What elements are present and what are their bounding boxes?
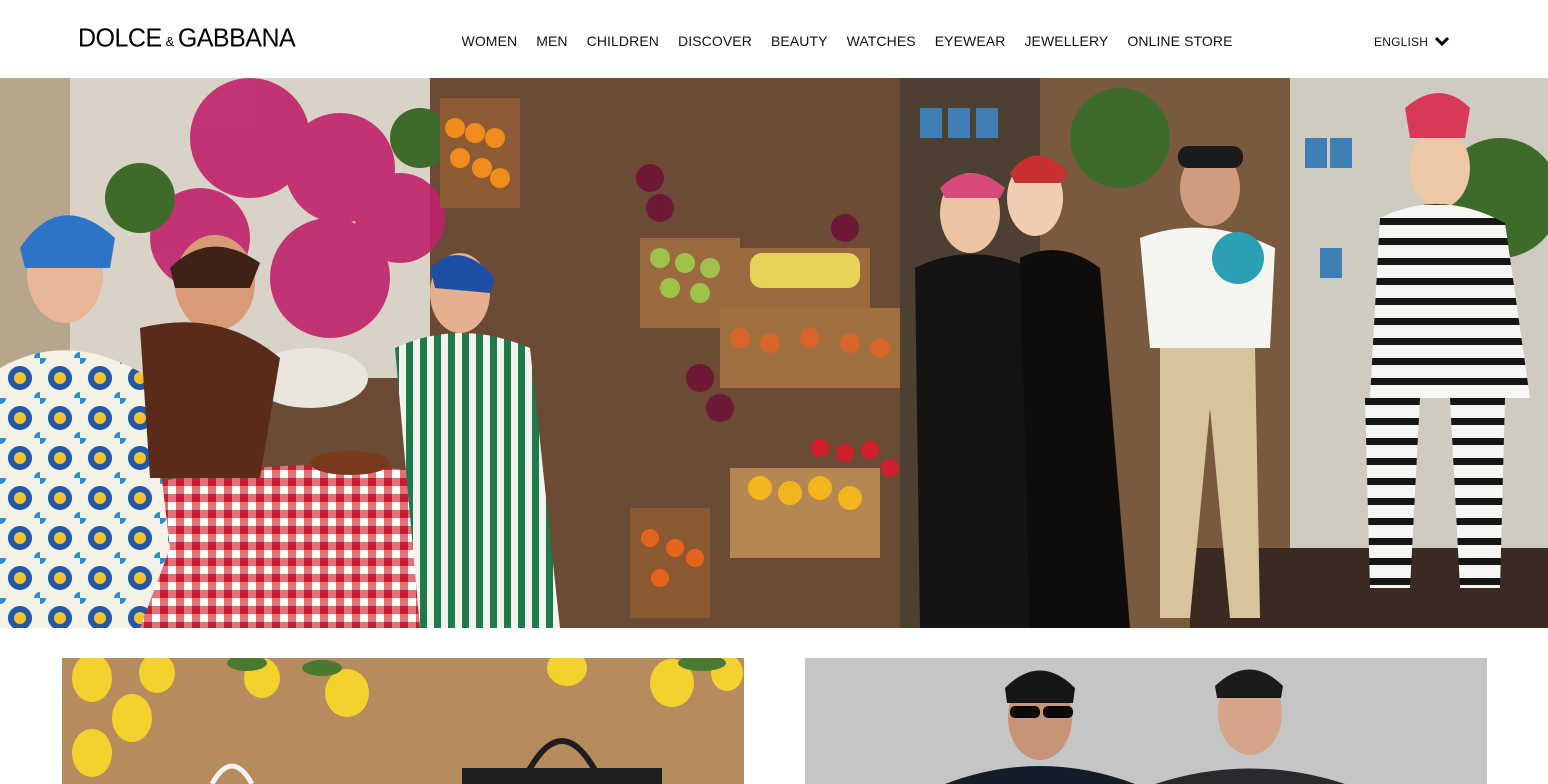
hero-campaign-image[interactable] [0,78,1548,628]
main-nav: WOMEN MEN CHILDREN DISCOVER BEAUTY WATCH… [452,33,1242,49]
logo-word-dolce: DOLCE [78,23,162,53]
language-selector[interactable]: ENGLISH [1374,35,1450,49]
brand-logo[interactable]: DOLCE & GABBANA [78,23,296,53]
nav-discover[interactable]: DISCOVER [669,33,762,49]
language-label: ENGLISH [1374,35,1429,49]
menswear-models-illustration [805,658,1487,784]
lemons-handbags-illustration [62,658,744,784]
logo-ampersand: & [165,34,175,49]
promo-card-menswear[interactable] [805,658,1487,784]
nav-children[interactable]: CHILDREN [577,33,668,49]
logo-word-gabbana: GABBANA [177,23,296,53]
nav-eyewear[interactable]: EYEWEAR [925,33,1015,49]
nav-women[interactable]: WOMEN [452,33,527,49]
promo-card-lemons[interactable] [62,658,744,784]
nav-watches[interactable]: WATCHES [837,33,925,49]
nav-men[interactable]: MEN [527,33,577,49]
site-header: DOLCE & GABBANA WOMEN MEN CHILDREN DISCO… [0,0,1548,78]
chevron-down-icon [1434,36,1450,48]
nav-beauty[interactable]: BEAUTY [761,33,837,49]
nav-online-store[interactable]: ONLINE STORE [1118,33,1242,49]
hero-illustration [0,78,1548,628]
nav-jewellery[interactable]: JEWELLERY [1015,33,1118,49]
